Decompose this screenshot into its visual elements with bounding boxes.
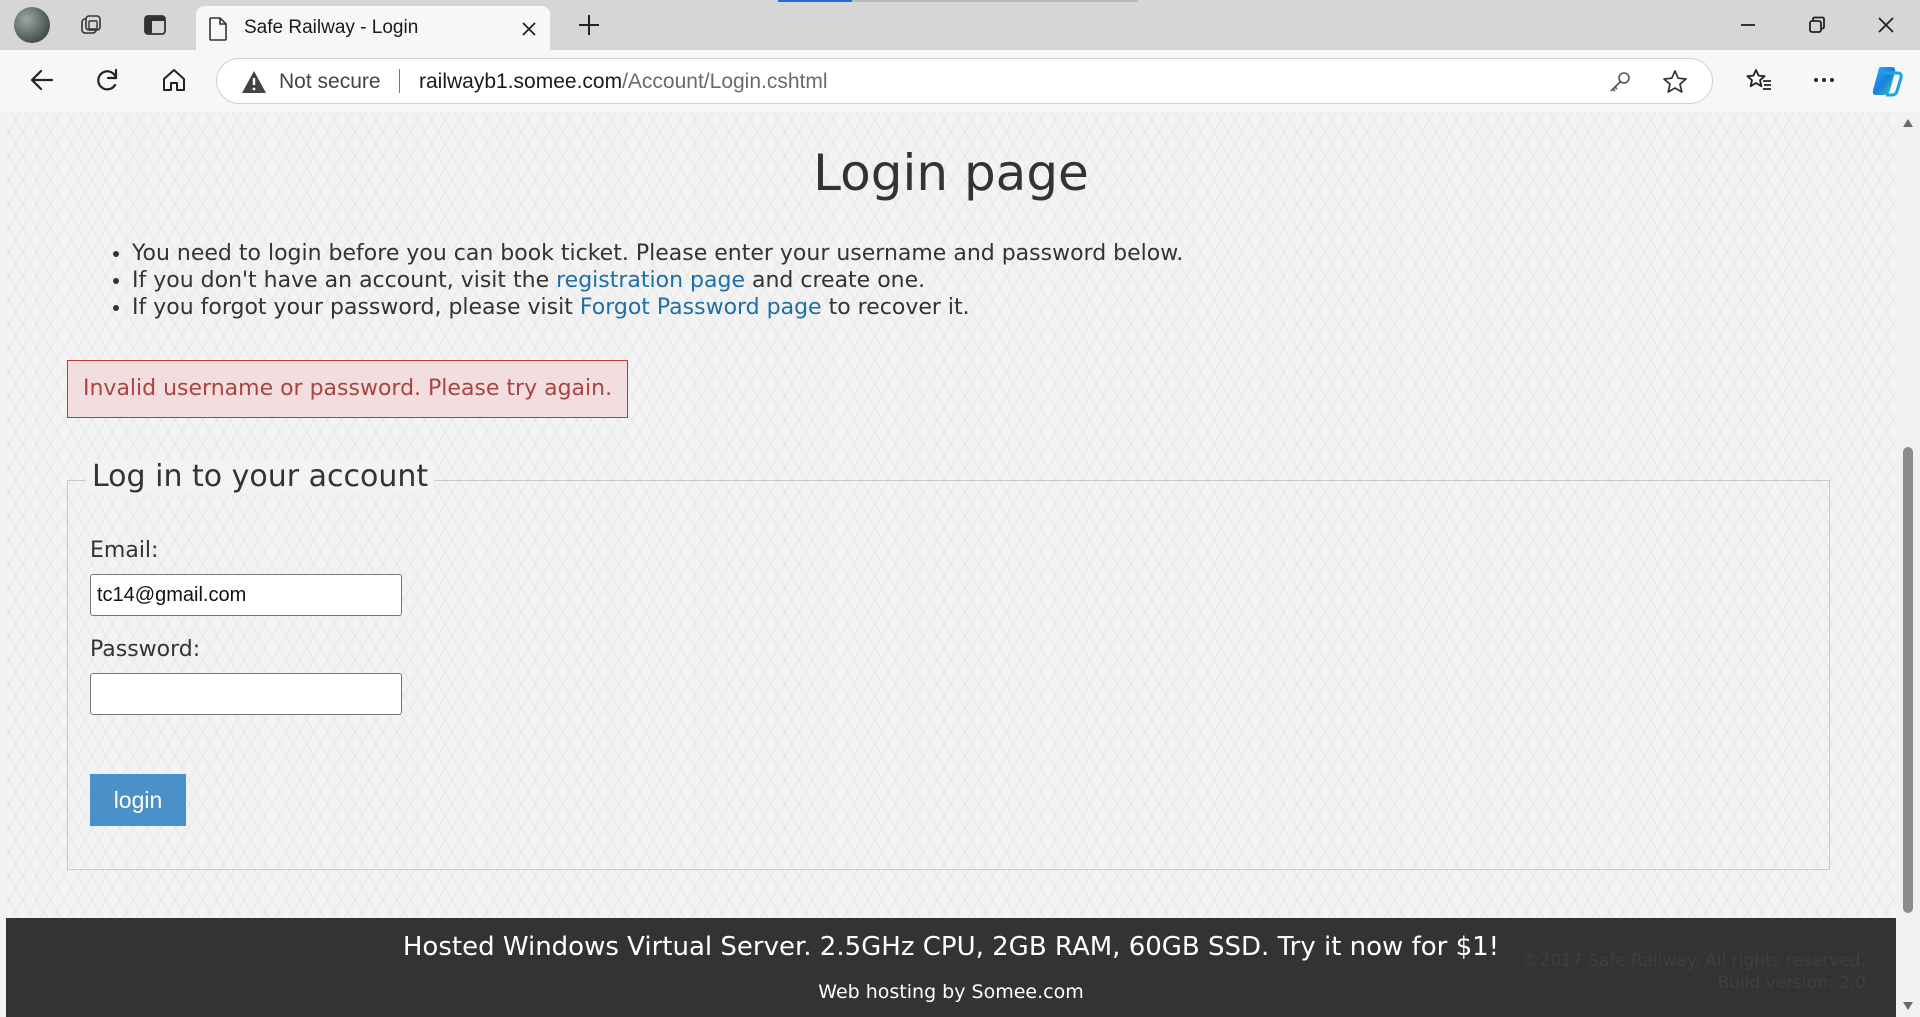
vertical-scrollbar[interactable]: [1896, 112, 1920, 1017]
build-version: Build version: 2.0: [1717, 973, 1866, 993]
email-field[interactable]: [90, 574, 402, 616]
password-label: Password:: [90, 637, 201, 662]
back-icon[interactable]: [28, 66, 56, 94]
home-icon[interactable]: [160, 66, 188, 94]
page-icon: [209, 17, 227, 41]
list-item: You need to login before you can book ti…: [132, 240, 1183, 267]
browser-title-bar: Safe Railway - Login: [0, 0, 1920, 50]
password-field[interactable]: [90, 673, 402, 715]
key-icon[interactable]: [1608, 70, 1632, 94]
security-status[interactable]: Not secure: [279, 70, 381, 94]
url-text[interactable]: railwayb1.somee.com/Account/Login.cshtml: [419, 70, 828, 94]
email-label: Email:: [90, 538, 159, 563]
address-bar[interactable]: Not secure railwayb1.somee.com/Account/L…: [216, 58, 1713, 104]
plus-icon[interactable]: [576, 12, 602, 38]
instruction-text: to recover it.: [821, 295, 970, 320]
tab-title: Safe Railway - Login: [244, 17, 419, 38]
address-separator: [399, 69, 400, 93]
scroll-down-icon[interactable]: [1902, 1001, 1914, 1011]
restore-icon[interactable]: [1804, 12, 1830, 38]
registration-link[interactable]: registration page: [556, 268, 745, 293]
instruction-text: and create one.: [745, 268, 926, 293]
minimize-icon[interactable]: [1735, 12, 1761, 38]
instruction-text: You need to login before you can book ti…: [132, 241, 1184, 266]
active-tab[interactable]: Safe Railway - Login: [196, 6, 550, 50]
login-form: Log in to your account Email: Password: …: [67, 459, 1830, 870]
scrollbar-thumb[interactable]: [1903, 447, 1913, 913]
list-item: If you forgot your password, please visi…: [132, 294, 1183, 321]
close-window-icon[interactable]: [1873, 12, 1899, 38]
copyright-text: ©2017 Safe Railway. All rights reserved.: [1522, 951, 1866, 971]
url-path: /Account/Login.cshtml: [622, 70, 828, 93]
loading-indicator: [778, 0, 1138, 2]
profile-avatar[interactable]: [14, 7, 50, 43]
forgot-password-link[interactable]: Forgot Password page: [580, 295, 822, 320]
instructions-list: You need to login before you can book ti…: [106, 240, 1183, 321]
list-item: If you don't have an account, visit the …: [132, 267, 1183, 294]
login-button[interactable]: login: [90, 774, 186, 826]
more-icon[interactable]: [1810, 66, 1838, 94]
tab-actions-icon[interactable]: [143, 13, 167, 37]
scroll-up-icon[interactable]: [1902, 118, 1914, 128]
browser-toolbar: Not secure railwayb1.somee.com/Account/L…: [0, 50, 1920, 112]
form-legend: Log in to your account: [86, 459, 435, 494]
instruction-text: If you forgot your password, please visi…: [132, 295, 580, 320]
url-domain: railwayb1.somee.com: [419, 70, 623, 93]
warning-icon[interactable]: [241, 70, 267, 94]
error-message: Invalid username or password. Please try…: [67, 360, 629, 418]
star-icon[interactable]: [1662, 69, 1688, 95]
page-viewport: Login page You need to login before you …: [6, 112, 1896, 1017]
workspaces-icon[interactable]: [80, 13, 104, 37]
instruction-text: If you don't have an account, visit the: [132, 268, 557, 293]
copyright-block: ©2017 Safe Railway. All rights reserved.…: [1522, 950, 1866, 994]
copilot-icon[interactable]: [1870, 64, 1904, 98]
close-icon[interactable]: [518, 18, 540, 40]
refresh-icon[interactable]: [94, 66, 122, 94]
favorites-icon[interactable]: [1745, 66, 1773, 94]
footer: Hosted Windows Virtual Server. 2.5GHz CP…: [6, 918, 1896, 1017]
page-title: Login page: [813, 144, 1089, 202]
